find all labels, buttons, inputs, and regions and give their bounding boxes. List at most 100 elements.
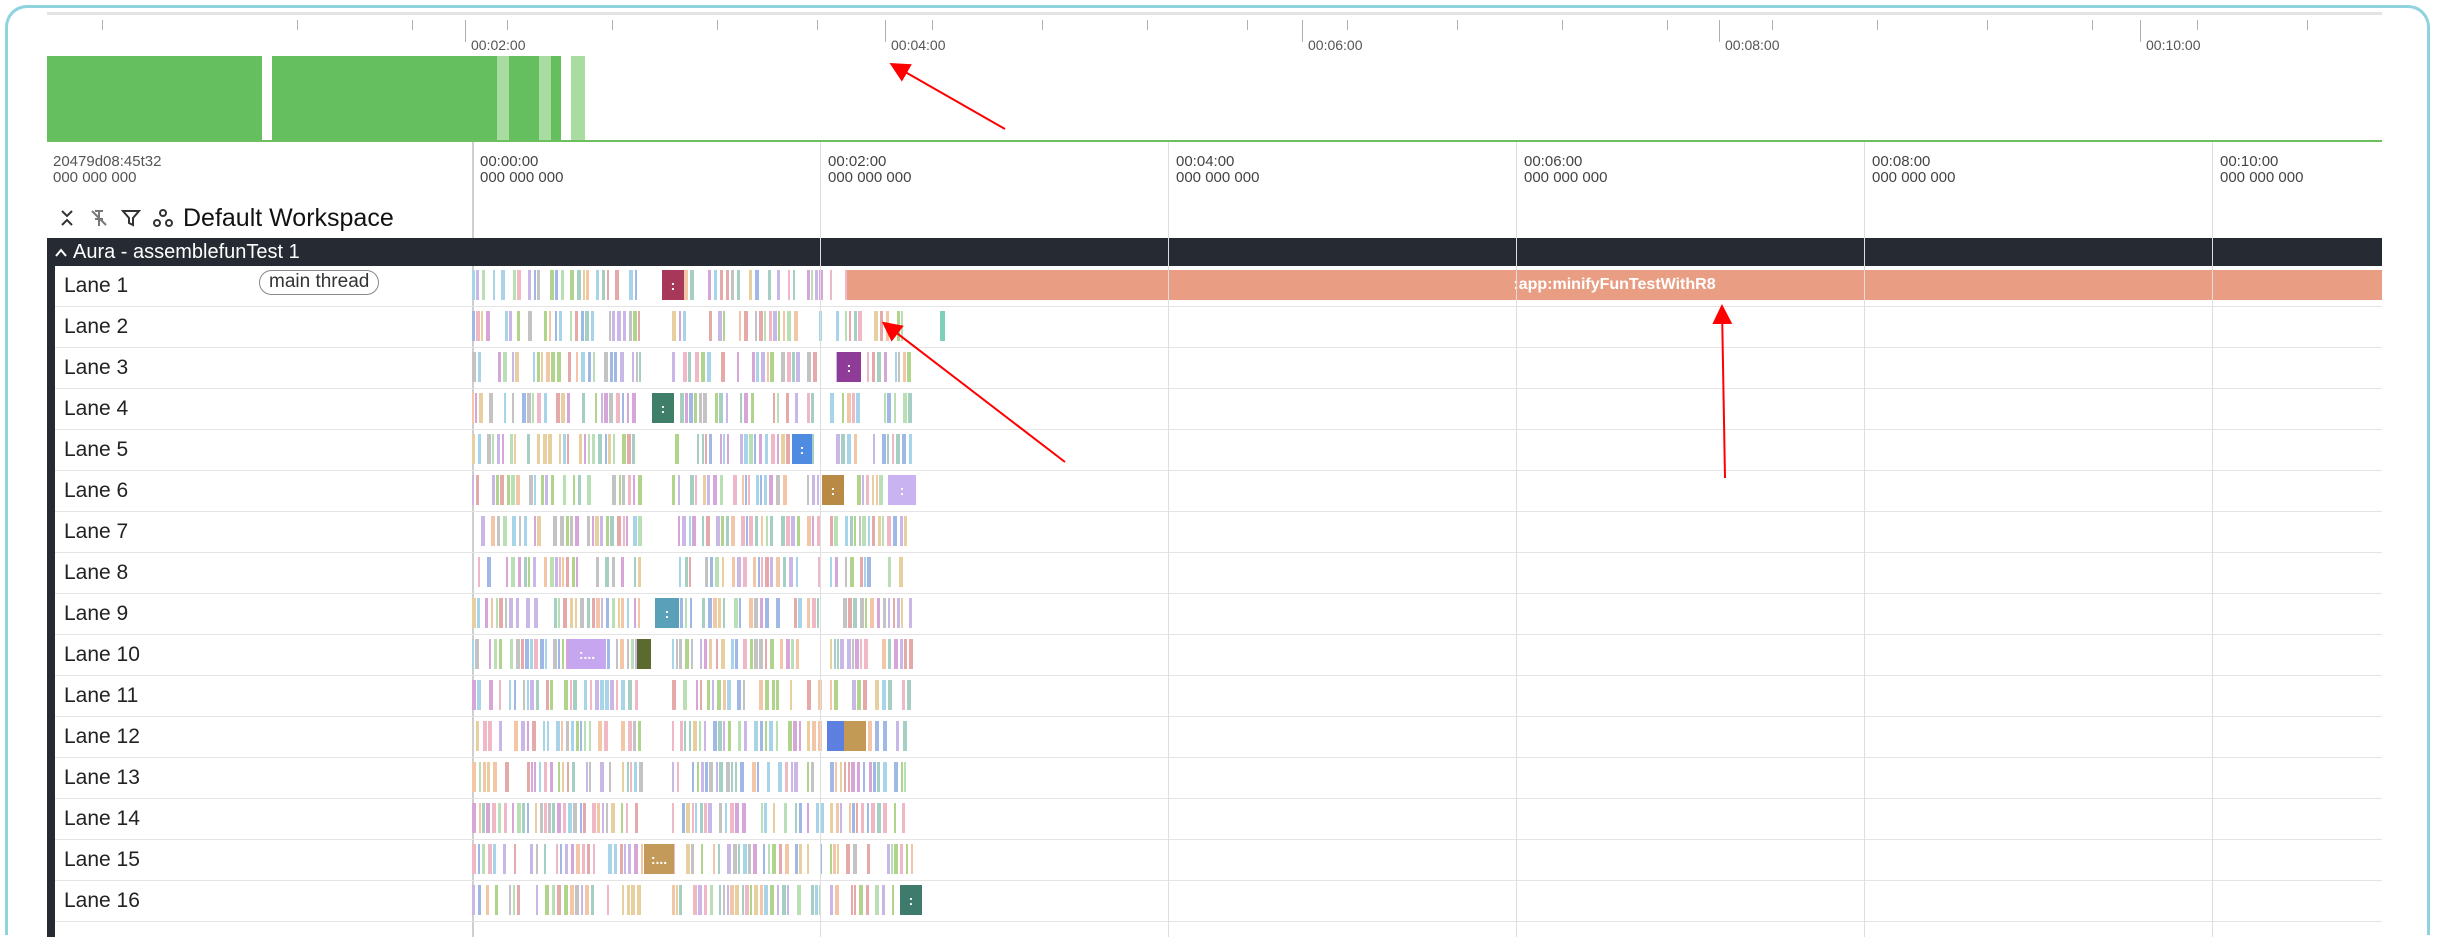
task-bar[interactable] bbox=[788, 721, 792, 751]
task-bar[interactable] bbox=[784, 803, 787, 833]
task-bar[interactable] bbox=[517, 311, 520, 341]
task-bar[interactable] bbox=[833, 844, 836, 874]
task-bar[interactable] bbox=[750, 639, 753, 669]
task-bar[interactable] bbox=[672, 352, 675, 382]
task-bar[interactable] bbox=[567, 762, 569, 792]
task-bar[interactable] bbox=[562, 762, 564, 792]
task-bar[interactable] bbox=[621, 680, 625, 710]
task-bar[interactable] bbox=[582, 844, 585, 874]
task-bar[interactable] bbox=[587, 516, 590, 546]
task-bar[interactable] bbox=[906, 844, 908, 874]
task-bar[interactable] bbox=[609, 762, 611, 792]
task-bar[interactable] bbox=[908, 393, 912, 423]
task-bar[interactable] bbox=[564, 885, 568, 915]
task-bar[interactable] bbox=[777, 270, 780, 300]
task-bar[interactable] bbox=[682, 803, 685, 833]
task-bar[interactable] bbox=[672, 762, 674, 792]
task-bar[interactable] bbox=[553, 639, 557, 669]
task-bar[interactable] bbox=[778, 311, 780, 341]
task-bar[interactable] bbox=[796, 352, 800, 382]
task-bar[interactable] bbox=[709, 434, 712, 464]
task-block[interactable]: : bbox=[822, 475, 844, 505]
task-bar[interactable] bbox=[744, 393, 748, 423]
task-bar[interactable] bbox=[672, 885, 675, 915]
task-bar[interactable] bbox=[596, 557, 599, 587]
task-bar[interactable] bbox=[592, 516, 594, 546]
task-bar[interactable] bbox=[693, 885, 697, 915]
task-bar[interactable] bbox=[534, 762, 536, 792]
task-bar[interactable] bbox=[719, 393, 723, 423]
task-bar[interactable] bbox=[709, 762, 713, 792]
task-bar[interactable] bbox=[527, 680, 529, 710]
task-bar[interactable] bbox=[898, 352, 900, 382]
task-bar[interactable] bbox=[837, 844, 839, 874]
task-bar[interactable] bbox=[742, 475, 744, 505]
task-bar[interactable] bbox=[551, 352, 555, 382]
task-bar[interactable] bbox=[482, 844, 485, 874]
task-bar[interactable] bbox=[754, 639, 758, 669]
task-bar[interactable] bbox=[811, 762, 814, 792]
task-bar[interactable] bbox=[518, 557, 521, 587]
task-bar[interactable] bbox=[478, 844, 480, 874]
task-bar[interactable] bbox=[907, 680, 911, 710]
task-bar[interactable] bbox=[680, 721, 683, 751]
lane-row[interactable]: Lane 1 main thread::app:minifyFunTestWith… bbox=[55, 266, 2382, 307]
task-bar[interactable] bbox=[786, 393, 789, 423]
task-bar[interactable] bbox=[850, 516, 853, 546]
task-bar[interactable] bbox=[499, 598, 503, 628]
task-bar[interactable] bbox=[575, 598, 577, 628]
task-bar[interactable] bbox=[583, 270, 585, 300]
task-bar[interactable] bbox=[830, 680, 832, 710]
task-bar[interactable] bbox=[610, 680, 614, 710]
task-bar[interactable] bbox=[797, 885, 801, 915]
task-bar[interactable] bbox=[888, 598, 890, 628]
task-bar[interactable] bbox=[843, 598, 847, 628]
task-bar[interactable] bbox=[734, 598, 738, 628]
task-bar[interactable] bbox=[868, 721, 872, 751]
task-bar[interactable] bbox=[737, 557, 741, 587]
task-bar[interactable] bbox=[807, 393, 810, 423]
task-bar[interactable] bbox=[489, 639, 491, 669]
task-bar[interactable] bbox=[487, 762, 490, 792]
task-bar[interactable] bbox=[516, 475, 520, 505]
task-bar[interactable] bbox=[776, 721, 778, 751]
task-bar[interactable] bbox=[760, 885, 763, 915]
unpin-icon[interactable] bbox=[87, 206, 111, 230]
task-bar[interactable] bbox=[544, 311, 547, 341]
task-bar[interactable] bbox=[723, 311, 725, 341]
task-bar[interactable] bbox=[835, 557, 838, 587]
task-bar[interactable] bbox=[693, 721, 697, 751]
task-bar[interactable] bbox=[566, 721, 569, 751]
task-bar[interactable] bbox=[760, 598, 763, 628]
task-bar[interactable] bbox=[608, 434, 611, 464]
task-bar[interactable] bbox=[611, 803, 615, 833]
task-bar[interactable] bbox=[796, 639, 799, 669]
task-bar[interactable] bbox=[778, 762, 782, 792]
task-bar[interactable] bbox=[807, 475, 809, 505]
task-bar[interactable] bbox=[731, 270, 734, 300]
task-bar[interactable] bbox=[735, 639, 738, 669]
task-bar[interactable] bbox=[773, 803, 775, 833]
task-block[interactable]: : bbox=[888, 475, 916, 505]
task-bar[interactable] bbox=[849, 803, 851, 833]
task-bar[interactable] bbox=[554, 598, 557, 628]
task-bar[interactable] bbox=[682, 516, 686, 546]
task-bar[interactable] bbox=[616, 639, 618, 669]
task-bar[interactable] bbox=[877, 352, 881, 382]
task-bar[interactable] bbox=[894, 803, 896, 833]
task-bar[interactable] bbox=[777, 434, 779, 464]
task-bar[interactable] bbox=[860, 557, 863, 587]
task-bar[interactable] bbox=[840, 803, 842, 833]
lane-row[interactable]: Lane 15:... bbox=[55, 840, 2382, 881]
task-bar[interactable] bbox=[512, 393, 514, 423]
task-bar[interactable] bbox=[632, 393, 636, 423]
task-bar[interactable] bbox=[895, 352, 897, 382]
task-bar[interactable] bbox=[769, 475, 773, 505]
task-bar[interactable] bbox=[686, 803, 690, 833]
task-bar[interactable] bbox=[556, 844, 558, 874]
task-bar[interactable] bbox=[702, 516, 704, 546]
task-bar[interactable] bbox=[633, 516, 637, 546]
task-bar[interactable] bbox=[677, 762, 679, 792]
task-bar[interactable] bbox=[555, 270, 558, 300]
task-bar[interactable] bbox=[641, 844, 643, 874]
